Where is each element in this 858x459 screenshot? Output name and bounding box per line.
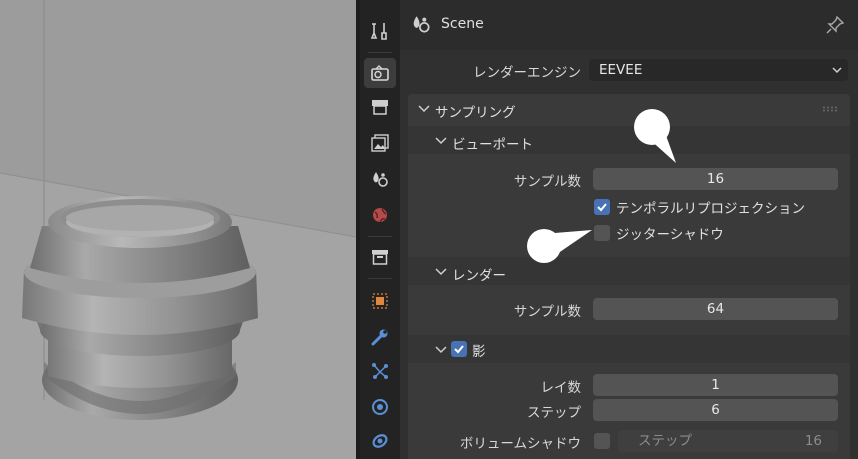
- modifier-icon[interactable]: [364, 322, 396, 352]
- 3d-viewport[interactable]: [0, 0, 356, 459]
- volume-steps-label: ステップ: [638, 433, 692, 449]
- jitter-shadows-label[interactable]: ジッターシャドウ: [616, 223, 724, 243]
- render-samples-field[interactable]: 64: [593, 298, 838, 320]
- viewport-subpanel-title[interactable]: ビューポート: [452, 133, 533, 153]
- object-icon[interactable]: [364, 286, 396, 316]
- temporal-reprojection-label[interactable]: テンポラルリプロジェクション: [616, 197, 805, 217]
- render-engine-dropdown[interactable]: EEVEE: [589, 59, 848, 81]
- render-icon[interactable]: [364, 58, 396, 88]
- render-samples-label: サンプル数: [513, 304, 581, 320]
- chevron-down-icon[interactable]: [435, 136, 447, 146]
- volume-shadows-checkbox[interactable]: [594, 433, 610, 449]
- properties-tab-bar: [360, 0, 400, 459]
- volume-shadows-label: ボリュームシャドウ: [459, 436, 581, 452]
- constraints-icon[interactable]: [364, 426, 396, 456]
- steps-label: ステップ: [527, 405, 581, 421]
- physics-icon[interactable]: [364, 392, 396, 422]
- sampling-panel-title[interactable]: サンプリング: [435, 101, 516, 121]
- particles-icon[interactable]: [364, 356, 396, 386]
- volume-steps-field[interactable]: ステップ 16: [618, 430, 838, 452]
- blender-window: Scene レンダーエンジン EEVEE サンプリング ビューポート サンプル数…: [0, 0, 858, 459]
- drag-handle-icon[interactable]: [822, 106, 838, 112]
- pin-icon[interactable]: [825, 15, 845, 39]
- chevron-down-icon[interactable]: [435, 267, 447, 277]
- temporal-reprojection-checkbox[interactable]: [594, 199, 610, 215]
- render-engine-label: レンダーエンジン: [473, 65, 581, 81]
- chevron-down-icon[interactable]: [418, 104, 430, 114]
- properties-header: Scene: [400, 0, 858, 50]
- check-icon: [454, 345, 464, 354]
- viewport-samples-label: サンプル数: [513, 174, 581, 190]
- annotation-marker: [527, 229, 592, 263]
- scene-icon[interactable]: [364, 164, 396, 194]
- render-subpanel-title[interactable]: レンダー: [452, 264, 506, 284]
- check-icon: [597, 203, 607, 212]
- chevron-down-icon: [832, 67, 842, 74]
- viewport-scene: [0, 0, 356, 459]
- rays-label: レイ数: [540, 380, 582, 396]
- jitter-shadows-checkbox[interactable]: [594, 225, 610, 241]
- context-title: Scene: [441, 16, 484, 32]
- world-icon[interactable]: [364, 200, 396, 230]
- shadows-checkbox[interactable]: [451, 341, 467, 357]
- shadows-subpanel-title[interactable]: 影: [472, 340, 486, 360]
- collection-icon[interactable]: [364, 242, 396, 272]
- scene-type-icon: [410, 13, 432, 39]
- volume-steps-value: 16: [804, 433, 822, 449]
- view-layer-icon[interactable]: [364, 128, 396, 158]
- render-engine-value: EEVEE: [599, 62, 643, 78]
- viewport-samples-field[interactable]: 16: [593, 168, 838, 190]
- steps-field[interactable]: 6: [593, 399, 838, 421]
- rays-field[interactable]: 1: [593, 374, 838, 396]
- tool-icon[interactable]: [364, 16, 396, 46]
- properties-editor: Scene レンダーエンジン EEVEE サンプリング ビューポート サンプル数…: [400, 0, 858, 459]
- chevron-down-icon[interactable]: [435, 345, 447, 355]
- annotation-marker: [634, 109, 676, 163]
- output-icon[interactable]: [364, 92, 396, 122]
